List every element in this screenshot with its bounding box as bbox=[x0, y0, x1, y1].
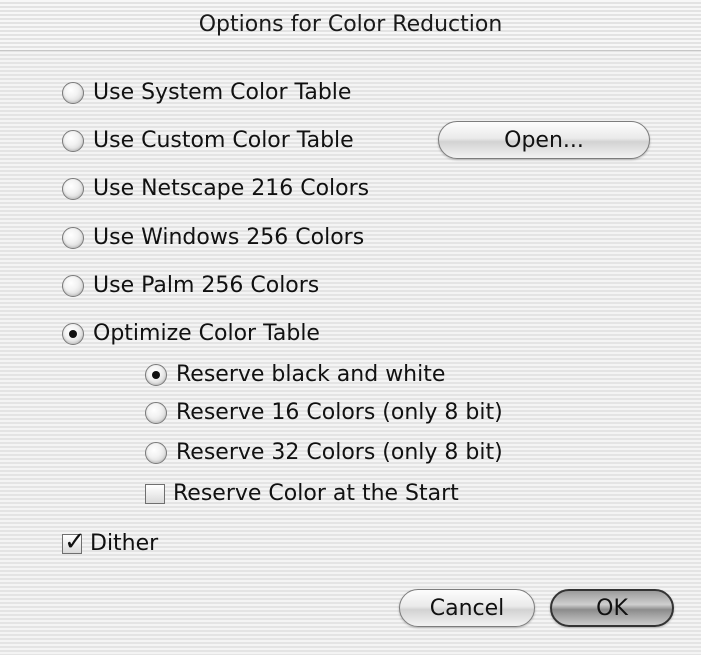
radio-button-selected[interactable] bbox=[145, 363, 167, 386]
reserve-color-at-start[interactable]: Reserve Color at the Start bbox=[145, 481, 459, 506]
checkbox-label: Reserve Color at the Start bbox=[173, 481, 459, 506]
checkbox-checked[interactable] bbox=[62, 527, 86, 557]
option-label: Use Palm 256 Colors bbox=[93, 273, 320, 298]
radio-button[interactable] bbox=[62, 274, 84, 297]
radio-button[interactable] bbox=[145, 441, 167, 464]
title-bar[interactable]: Options for Color Reduction bbox=[0, 0, 701, 51]
checkbox[interactable] bbox=[145, 483, 165, 504]
radio-button[interactable] bbox=[62, 81, 84, 104]
checkbox-label: Dither bbox=[90, 531, 159, 556]
option-label: Use Custom Color Table bbox=[93, 128, 354, 153]
option-label: Use Windows 256 Colors bbox=[93, 225, 365, 250]
option-system-color-table[interactable]: Use System Color Table bbox=[62, 80, 351, 105]
option-custom-color-table[interactable]: Use Custom Color Table bbox=[62, 128, 354, 153]
suboption-label: Reserve 32 Colors (only 8 bit) bbox=[176, 440, 503, 465]
suboption-reserve-black-white[interactable]: Reserve black and white bbox=[145, 362, 445, 387]
dither-option[interactable]: Dither bbox=[62, 527, 159, 557]
option-optimize-color-table[interactable]: Optimize Color Table bbox=[62, 321, 320, 346]
option-label: Use System Color Table bbox=[93, 80, 352, 105]
option-netscape-216[interactable]: Use Netscape 216 Colors bbox=[62, 176, 369, 201]
suboption-label: Reserve black and white bbox=[176, 362, 446, 387]
dialog-title: Options for Color Reduction bbox=[198, 12, 503, 37]
option-label: Use Netscape 216 Colors bbox=[93, 176, 370, 201]
option-label: Optimize Color Table bbox=[93, 321, 320, 346]
option-palm-256[interactable]: Use Palm 256 Colors bbox=[62, 273, 319, 298]
radio-button[interactable] bbox=[145, 401, 167, 424]
suboption-label: Reserve 16 Colors (only 8 bit) bbox=[176, 400, 503, 425]
radio-button[interactable] bbox=[62, 177, 84, 200]
ok-button[interactable]: OK bbox=[550, 589, 674, 627]
suboption-reserve-16[interactable]: Reserve 16 Colors (only 8 bit) bbox=[145, 400, 503, 425]
option-windows-256[interactable]: Use Windows 256 Colors bbox=[62, 225, 364, 250]
radio-button-selected[interactable] bbox=[62, 322, 84, 345]
radio-button[interactable] bbox=[62, 129, 84, 152]
suboption-reserve-32[interactable]: Reserve 32 Colors (only 8 bit) bbox=[145, 440, 503, 465]
color-reduction-dialog: Options for Color Reduction Use System C… bbox=[0, 0, 701, 655]
radio-button[interactable] bbox=[62, 226, 84, 249]
open-button[interactable]: Open... bbox=[438, 121, 650, 159]
cancel-button[interactable]: Cancel bbox=[399, 589, 535, 627]
